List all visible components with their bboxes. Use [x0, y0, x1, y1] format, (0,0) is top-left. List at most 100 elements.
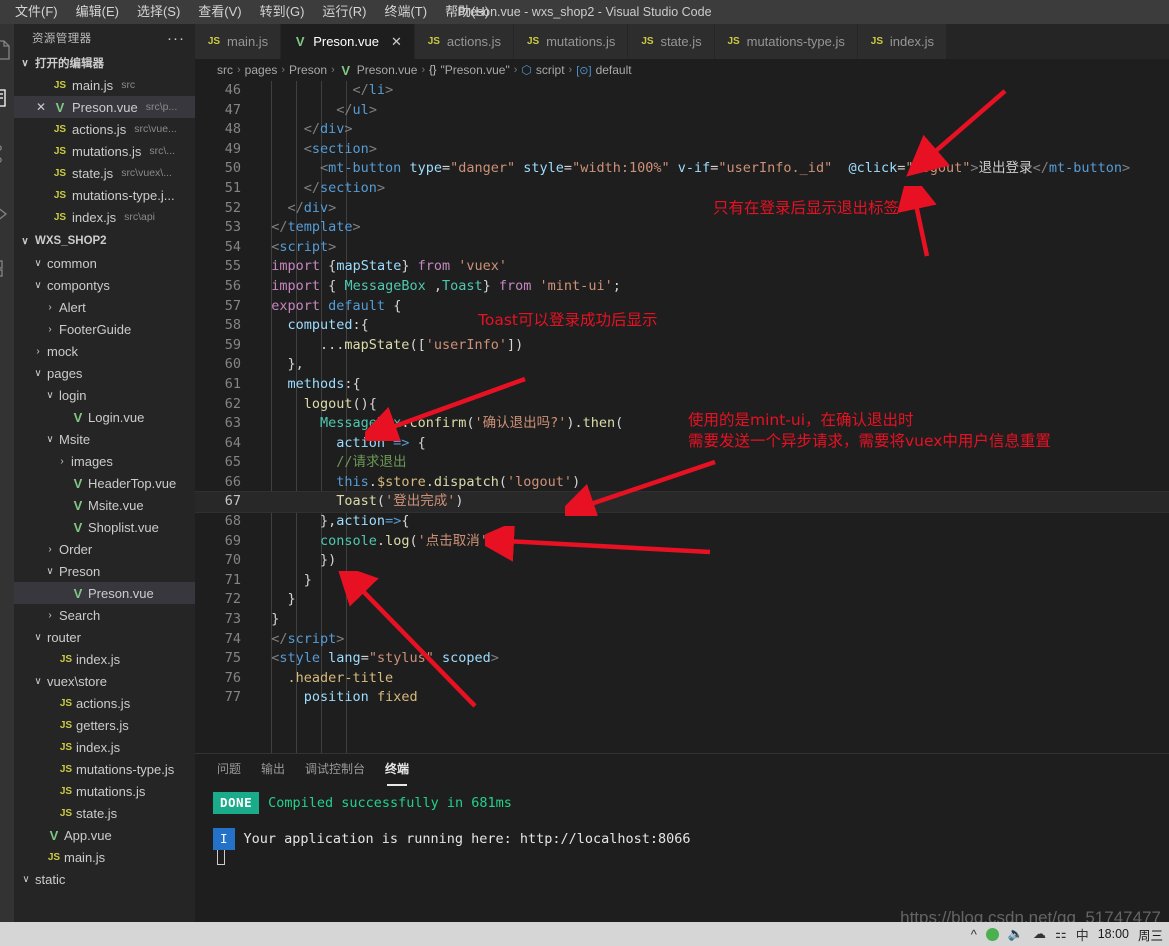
up-arrow-icon[interactable]: ^	[971, 927, 977, 942]
code-line-59[interactable]: 59 ...mapState(['userInfo'])	[195, 336, 1169, 356]
breadcrumb-item[interactable]: src	[217, 63, 233, 77]
tree-item-app-vue[interactable]: V App.vue	[14, 824, 195, 846]
ime-icon[interactable]: ⚏	[1055, 926, 1067, 942]
tree-item-pages[interactable]: ∨ pages	[14, 362, 195, 384]
tree-item-headertop-vue[interactable]: V HeaderTop.vue	[14, 472, 195, 494]
tree-item-mutations-js[interactable]: JS mutations.js	[14, 780, 195, 802]
tree-item-alert[interactable]: › Alert	[14, 296, 195, 318]
code-line-75[interactable]: 75 <style lang="stylus" scoped>	[195, 649, 1169, 669]
menu-item-6[interactable]: 终端(T)	[375, 0, 436, 24]
tree-item-index-js[interactable]: JS index.js	[14, 736, 195, 758]
code-line-57[interactable]: 57 export default {	[195, 297, 1169, 317]
activity-bar[interactable]	[0, 24, 14, 922]
chevron-down-icon[interactable]: ∨	[32, 280, 44, 291]
tree-item-preson[interactable]: ∨ Preson	[14, 560, 195, 582]
project-section-header[interactable]: ∨ WXS_SHOP2	[14, 230, 195, 252]
code-line-72[interactable]: 72 }	[195, 590, 1169, 610]
tree-item-order[interactable]: › Order	[14, 538, 195, 560]
more-actions-icon[interactable]: ···	[167, 30, 185, 47]
panel-tab-1[interactable]: 输出	[261, 760, 285, 779]
code-line-71[interactable]: 71 }	[195, 571, 1169, 591]
breadcrumb[interactable]: src › pages › Preson › V Preson.vue ›{} "Preson.v…	[195, 59, 1169, 81]
explorer-icon[interactable]	[0, 38, 14, 62]
code-line-55[interactable]: 55 import {mapState} from 'vuex'	[195, 257, 1169, 277]
tab-state-js[interactable]: JS state.js	[628, 24, 715, 59]
chevron-down-icon[interactable]: ∨	[32, 368, 44, 379]
code-line-70[interactable]: 70 })	[195, 551, 1169, 571]
tab-actions-js[interactable]: JS actions.js	[414, 24, 515, 59]
extensions-icon[interactable]	[0, 256, 14, 280]
code-line-61[interactable]: 61 methods:{	[195, 375, 1169, 395]
code-line-50[interactable]: 50 <mt-button type="danger" style="width…	[195, 159, 1169, 179]
code-line-76[interactable]: 76 .header-title	[195, 669, 1169, 689]
code-line-47[interactable]: 47 </ul>	[195, 101, 1169, 121]
tree-item-main-js[interactable]: JS main.js	[14, 846, 195, 868]
code-line-73[interactable]: 73 }	[195, 610, 1169, 630]
chevron-right-icon[interactable]: ›	[56, 456, 68, 467]
tree-item-msite[interactable]: ∨ Msite	[14, 428, 195, 450]
breadcrumb-item[interactable]: pages	[245, 63, 278, 77]
tree-item-compontys[interactable]: ∨ compontys	[14, 274, 195, 296]
os-taskbar[interactable]: ^ 🔈 ☁ ⚏ 中 18:00 周三	[0, 922, 1169, 946]
tab-main-js[interactable]: JS main.js	[195, 24, 282, 59]
green-status-icon[interactable]	[985, 927, 999, 941]
chinese-input-icon[interactable]: 中	[1076, 925, 1089, 944]
code-line-48[interactable]: 48 </div>	[195, 120, 1169, 140]
tree-item-mutations-type-js[interactable]: JS mutations-type.js	[14, 758, 195, 780]
network-icon[interactable]: ☁	[1033, 926, 1046, 942]
code-line-65[interactable]: 65 //请求退出	[195, 453, 1169, 473]
tree-item-getters-js[interactable]: JS getters.js	[14, 714, 195, 736]
tab-close-icon[interactable]: ✕	[391, 34, 402, 50]
chevron-down-icon[interactable]: ∨	[20, 874, 32, 885]
code-lines[interactable]: 46 </li> 47 </ul> 48 </div> 49 <section> 50 …	[195, 81, 1169, 708]
tree-item-vuex-store[interactable]: ∨ vuex\store	[14, 670, 195, 692]
tree-item-login[interactable]: ∨ login	[14, 384, 195, 406]
breadcrumb-item[interactable]: script	[536, 63, 565, 77]
tree-item-router[interactable]: ∨ router	[14, 626, 195, 648]
open-editor-item[interactable]: JS mutations-type.j...	[14, 184, 195, 206]
code-line-66[interactable]: 66 this.$store.dispatch('logout')	[195, 473, 1169, 493]
code-line-67[interactable]: 67 Toast('登出完成')	[195, 491, 1169, 514]
volume-icon[interactable]: 🔈	[1008, 926, 1024, 942]
chevron-right-icon[interactable]: ›	[32, 346, 44, 357]
run-debug-icon[interactable]	[0, 202, 14, 226]
tree-item-mock[interactable]: › mock	[14, 340, 195, 362]
tab-mutations-type-js[interactable]: JS mutations-type.js	[714, 24, 858, 59]
chevron-down-icon[interactable]: ∨	[32, 258, 44, 269]
tab-Preson-vue[interactable]: V Preson.vue ✕	[281, 24, 415, 59]
tree-item-login-vue[interactable]: V Login.vue	[14, 406, 195, 428]
open-editor-item[interactable]: JS main.js src	[14, 74, 195, 96]
panel-tab-2[interactable]: 调试控制台	[305, 760, 365, 779]
code-editor[interactable]: 46 </li> 47 </ul> 48 </div> 49 <section> 50 …	[195, 81, 1169, 753]
code-line-51[interactable]: 51 </section>	[195, 179, 1169, 199]
tree-item-search[interactable]: › Search	[14, 604, 195, 626]
project-file-tree[interactable]: ∨ common ∨ compontys › Alert › FooterGuide › mock…	[14, 252, 195, 890]
code-line-52[interactable]: 52 </div>	[195, 199, 1169, 219]
tree-item-preson-vue[interactable]: V Preson.vue	[14, 582, 195, 604]
chevron-down-icon[interactable]: ∨	[32, 632, 44, 643]
breadcrumb-item[interactable]: Preson.vue	[357, 63, 418, 77]
chevron-right-icon[interactable]: ›	[44, 324, 56, 335]
tree-item-static[interactable]: ∨ static	[14, 868, 195, 890]
terminal-output[interactable]: DONE Compiled successfully in 681ms I Yo…	[195, 784, 1169, 865]
code-line-60[interactable]: 60 },	[195, 355, 1169, 375]
code-line-58[interactable]: 58 computed:{	[195, 316, 1169, 336]
open-editor-item[interactable]: ✕ V Preson.vue src\p...	[14, 96, 195, 118]
chevron-right-icon[interactable]: ›	[44, 544, 56, 555]
breadcrumb-item[interactable]: default	[596, 63, 632, 77]
code-line-74[interactable]: 74 </script>	[195, 630, 1169, 650]
tree-item-common[interactable]: ∨ common	[14, 252, 195, 274]
clock-time[interactable]: 18:00	[1098, 927, 1129, 941]
tab-index-js[interactable]: JS index.js	[857, 24, 947, 59]
open-editor-item[interactable]: JS mutations.js src\...	[14, 140, 195, 162]
tree-item-actions-js[interactable]: JS actions.js	[14, 692, 195, 714]
menu-bar[interactable]: 文件(F) 编辑(E) 选择(S) 查看(V) 转到(G) 运行(R) 终端(T) 帮助(H)	[0, 0, 498, 24]
code-line-56[interactable]: 56 import { MessageBox ,Toast} from 'min…	[195, 277, 1169, 297]
code-line-49[interactable]: 49 <section>	[195, 140, 1169, 160]
code-line-68[interactable]: 68 },action=>{	[195, 512, 1169, 532]
panel-tab-0[interactable]: 问题	[217, 760, 241, 779]
breadcrumb-item[interactable]: Preson	[289, 63, 327, 77]
code-line-63[interactable]: 63 MessageBox.confirm('确认退出吗?').then(	[195, 414, 1169, 434]
menu-item-7[interactable]: 帮助(H)	[436, 0, 498, 24]
chevron-down-icon[interactable]: ∨	[32, 676, 44, 687]
